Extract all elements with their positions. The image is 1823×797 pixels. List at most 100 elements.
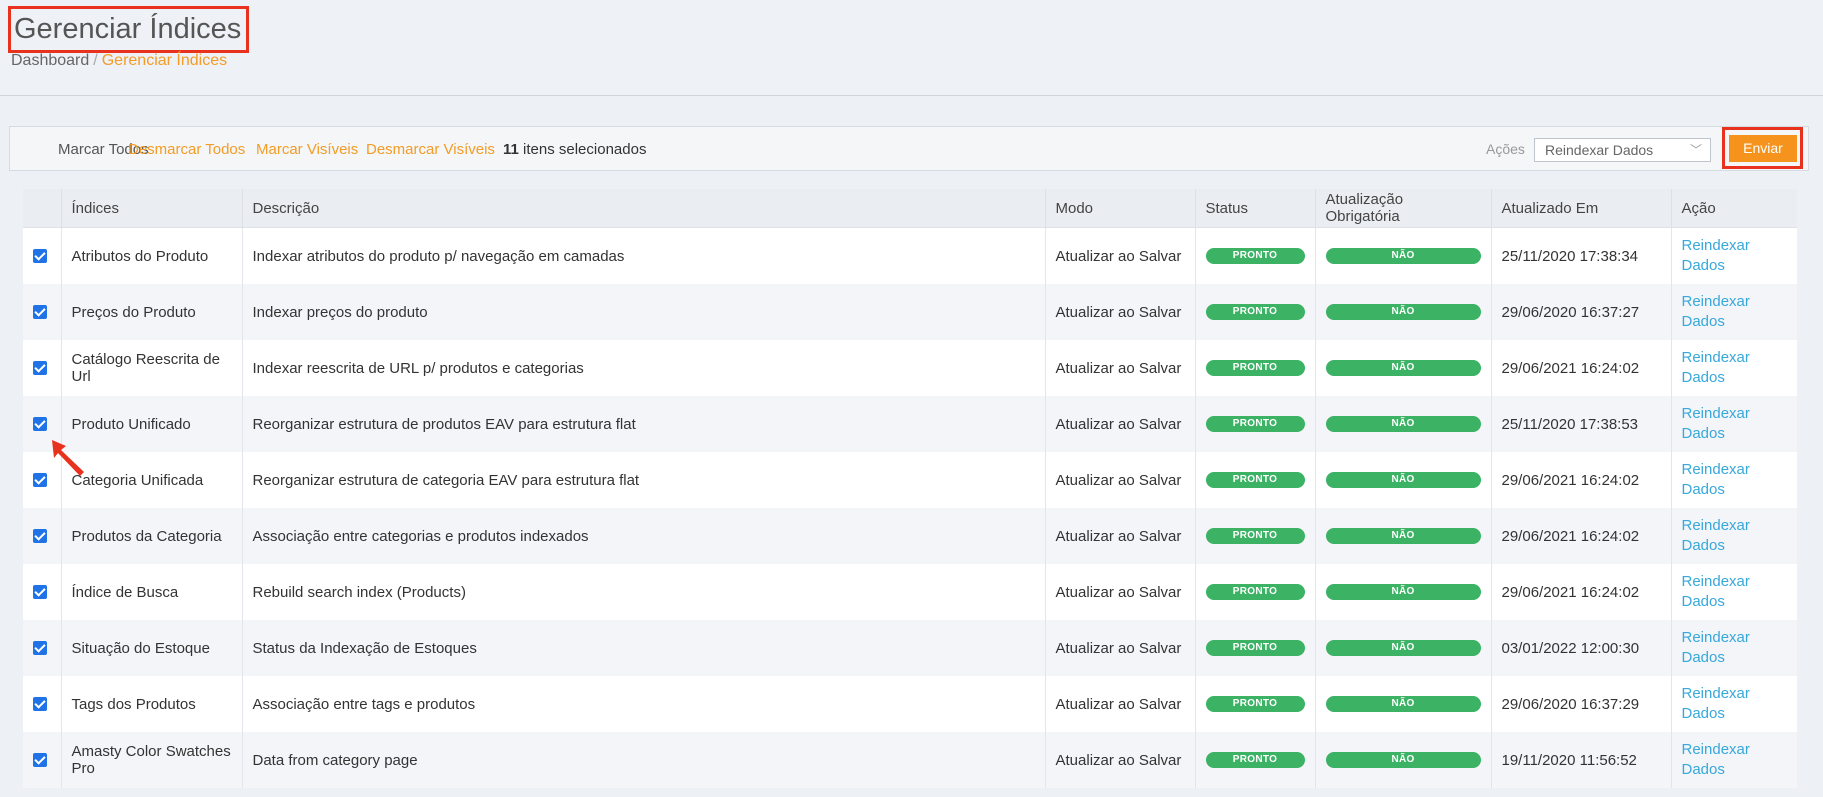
updated-at: 29/06/2021 16:24:02 xyxy=(1490,340,1671,396)
unselect-all-link[interactable]: Desmarcar Todos xyxy=(128,141,245,158)
select-visible-link[interactable]: Marcar Visíveis xyxy=(256,141,358,158)
reindex-link[interactable]: Reindexar Dados xyxy=(1682,348,1788,388)
massaction-bar: Marcar Todos Desmarcar Todos Marcar Visí… xyxy=(9,126,1809,171)
updated-at: 25/11/2020 17:38:53 xyxy=(1490,396,1671,452)
action-cell: Reindexar Dados xyxy=(1670,676,1797,732)
status-badge: PRONTO xyxy=(1205,416,1305,432)
reindex-link[interactable]: Reindexar Dados xyxy=(1682,236,1788,276)
red-arrow-annotation xyxy=(52,440,84,476)
table-row: Preços do Produto Indexar preços do produ… xyxy=(23,284,1797,340)
reindex-link[interactable]: Reindexar Dados xyxy=(1682,460,1788,500)
col-required-update[interactable]: Atualização Obrigatória xyxy=(1314,189,1491,228)
table-row: Atributos do Produto Indexar atributos do… xyxy=(23,227,1797,284)
index-description: Reorganizar estrutura de categoria EAV p… xyxy=(241,452,1045,508)
index-mode: Atualizar ao Salvar xyxy=(1044,620,1195,676)
row-select-cell xyxy=(23,340,61,396)
status-badge: PRONTO xyxy=(1205,584,1305,600)
status-cell: PRONTO xyxy=(1194,396,1315,452)
status-cell: PRONTO xyxy=(1194,508,1315,564)
table-row: Tags dos Produtos Associação entre tags e… xyxy=(23,676,1797,732)
status-badge: PRONTO xyxy=(1205,696,1305,712)
required-cell: NÃO xyxy=(1314,508,1491,564)
grid-header-row: Índices Descrição Modo Status Atualizaçã… xyxy=(23,189,1797,228)
required-update-badge: NÃO xyxy=(1325,640,1481,656)
index-description: Indexar atributos do produto p/ navegaçã… xyxy=(241,227,1045,284)
row-checkbox[interactable] xyxy=(33,305,47,319)
submit-button[interactable]: Enviar xyxy=(1729,135,1797,162)
reindex-link[interactable]: Reindexar Dados xyxy=(1682,292,1788,332)
row-checkbox[interactable] xyxy=(33,473,47,487)
table-row: Catálogo Reescrita de Url Indexar reescri… xyxy=(23,340,1797,396)
action-cell: Reindexar Dados xyxy=(1670,227,1797,284)
required-cell: NÃO xyxy=(1314,396,1491,452)
selected-count-suffix: itens selecionados xyxy=(518,141,647,158)
col-description[interactable]: Descrição xyxy=(241,189,1045,228)
col-indices[interactable]: Índices xyxy=(60,189,242,228)
index-name: Índice de Busca xyxy=(60,564,242,620)
status-badge: PRONTO xyxy=(1205,472,1305,488)
row-select-cell xyxy=(23,284,61,340)
action-cell: Reindexar Dados xyxy=(1670,284,1797,340)
row-checkbox[interactable] xyxy=(33,641,47,655)
row-checkbox[interactable] xyxy=(33,249,47,263)
index-mode: Atualizar ao Salvar xyxy=(1044,676,1195,732)
row-checkbox[interactable] xyxy=(33,753,47,767)
index-mode: Atualizar ao Salvar xyxy=(1044,227,1195,284)
action-cell: Reindexar Dados xyxy=(1670,340,1797,396)
index-description: Associação entre categorias e produtos i… xyxy=(241,508,1045,564)
index-description: Rebuild search index (Products) xyxy=(241,564,1045,620)
reindex-link[interactable]: Reindexar Dados xyxy=(1682,404,1788,444)
breadcrumb-dashboard[interactable]: Dashboard xyxy=(11,52,89,69)
status-cell: PRONTO xyxy=(1194,340,1315,396)
row-select-cell xyxy=(23,620,61,676)
row-select-cell xyxy=(23,676,61,732)
col-mode[interactable]: Modo xyxy=(1044,189,1195,228)
status-cell: PRONTO xyxy=(1194,284,1315,340)
table-row: Amasty Color Swatches Pro Data from categ… xyxy=(23,732,1797,788)
required-cell: NÃO xyxy=(1314,284,1491,340)
row-checkbox[interactable] xyxy=(33,529,47,543)
row-checkbox[interactable] xyxy=(33,585,47,599)
unselect-visible-link[interactable]: Desmarcar Visíveis xyxy=(366,141,495,158)
required-update-badge: NÃO xyxy=(1325,472,1481,488)
reindex-link[interactable]: Reindexar Dados xyxy=(1682,628,1788,668)
index-grid: Índices Descrição Modo Status Atualizaçã… xyxy=(23,189,1797,788)
index-description: Indexar preços do produto xyxy=(241,284,1045,340)
table-row: Índice de Busca Rebuild search index (Pro… xyxy=(23,564,1797,620)
status-cell: PRONTO xyxy=(1194,227,1315,284)
required-update-badge: NÃO xyxy=(1325,584,1481,600)
index-name: Catálogo Reescrita de Url xyxy=(60,340,242,396)
action-select[interactable]: Reindexar Dados ﹀ xyxy=(1534,138,1711,162)
index-mode: Atualizar ao Salvar xyxy=(1044,340,1195,396)
updated-at: 29/06/2021 16:24:02 xyxy=(1490,564,1671,620)
reindex-link[interactable]: Reindexar Dados xyxy=(1682,684,1788,724)
row-checkbox[interactable] xyxy=(33,697,47,711)
index-name: Amasty Color Swatches Pro xyxy=(60,732,242,788)
action-cell: Reindexar Dados xyxy=(1670,452,1797,508)
index-name: Preços do Produto xyxy=(60,284,242,340)
updated-at: 29/06/2021 16:24:02 xyxy=(1490,508,1671,564)
index-mode: Atualizar ao Salvar xyxy=(1044,396,1195,452)
chevron-down-icon: ﹀ xyxy=(1689,143,1702,157)
col-select xyxy=(23,189,61,228)
status-cell: PRONTO xyxy=(1194,676,1315,732)
index-name: Situação do Estoque xyxy=(60,620,242,676)
status-badge: PRONTO xyxy=(1205,528,1305,544)
reindex-link[interactable]: Reindexar Dados xyxy=(1682,740,1788,780)
index-name: Atributos do Produto xyxy=(60,227,242,284)
action-cell: Reindexar Dados xyxy=(1670,732,1797,788)
row-select-cell xyxy=(23,227,61,284)
status-badge: PRONTO xyxy=(1205,640,1305,656)
index-description: Reorganizar estrutura de produtos EAV pa… xyxy=(241,396,1045,452)
action-cell: Reindexar Dados xyxy=(1670,564,1797,620)
col-status[interactable]: Status xyxy=(1194,189,1315,228)
row-checkbox[interactable] xyxy=(33,361,47,375)
row-checkbox[interactable] xyxy=(33,417,47,431)
col-action: Ação xyxy=(1670,189,1797,228)
reindex-link[interactable]: Reindexar Dados xyxy=(1682,516,1788,556)
reindex-link[interactable]: Reindexar Dados xyxy=(1682,572,1788,612)
index-description: Indexar reescrita de URL p/ produtos e c… xyxy=(241,340,1045,396)
index-mode: Atualizar ao Salvar xyxy=(1044,732,1195,788)
col-updated-at[interactable]: Atualizado Em xyxy=(1490,189,1671,228)
breadcrumb-separator: / xyxy=(93,52,98,69)
